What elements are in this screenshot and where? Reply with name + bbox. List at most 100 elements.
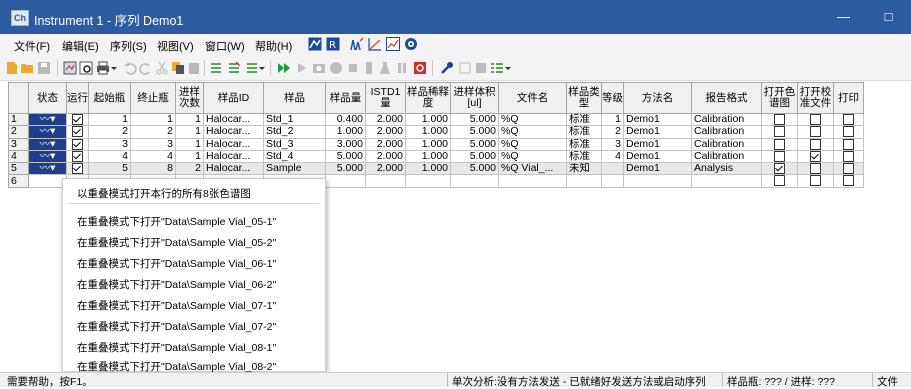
sample-type-cell[interactable]: 标准 [566,137,602,151]
report-format-cell[interactable]: Calibration [691,149,762,164]
run-checkbox[interactable] [66,149,89,164]
sample-cell[interactable]: Sample [263,162,326,176]
dilution-cell[interactable]: 1.000 [405,149,451,164]
run-checkbox[interactable] [66,137,89,151]
column-header-level[interactable]: 等级 [601,82,624,114]
sample-id-cell[interactable]: Halocar... [203,162,264,176]
new-file-icon[interactable] [5,61,19,75]
injections-cell[interactable]: 2 [175,162,204,176]
report-chart-icon[interactable] [386,37,400,51]
print-checkbox[interactable] [833,149,864,164]
column-header-end-vial[interactable]: 终止瓶 [130,82,176,114]
column-header-sample-id[interactable]: 样品ID [203,82,264,114]
menu-item-open-overlay[interactable]: 在重叠模式下打开"Data\Sample Vial_06-2" [77,277,276,292]
row-number[interactable]: 5 [8,162,29,176]
open-calibration-checkbox[interactable] [797,162,834,176]
print-checkbox[interactable] [833,162,864,176]
column-header-sample[interactable]: 样品 [263,82,326,114]
target-icon[interactable] [404,37,418,51]
empty-cell[interactable] [325,174,366,188]
print-checkbox[interactable] [833,174,864,188]
sample-amount-cell[interactable]: 3.000 [325,137,366,151]
paste-icon[interactable] [187,61,201,75]
start-vial-cell[interactable]: 3 [88,137,131,151]
method-cell[interactable]: Demo1 [623,162,692,176]
empty-cell[interactable] [28,174,67,188]
menu-item-open-overlay[interactable]: 在重叠模式下打开"Data\Sample Vial_08-1" [77,340,276,355]
calibration-curve-icon[interactable] [368,37,382,51]
method-cell[interactable]: Demo1 [623,125,692,139]
open-calibration-checkbox[interactable] [797,112,834,127]
open-calibration-checkbox[interactable] [797,137,834,151]
menu-help[interactable]: 帮助(H) [255,38,292,54]
camera-icon[interactable] [312,61,326,75]
print-checkbox[interactable] [833,125,864,139]
status-icon[interactable]: 〰▾ [28,162,67,176]
abort-icon[interactable] [329,61,343,75]
column-header-open-calibration[interactable]: 打开校准文件 [797,82,834,114]
column-header-run[interactable]: 运行 [66,82,89,114]
menu-item-open-overlay[interactable]: 在重叠模式下打开"Data\Sample Vial_05-2" [77,235,276,250]
chromatogram-icon[interactable] [350,37,364,51]
open-chromatogram-checkbox[interactable] [761,112,798,127]
sample-cell[interactable]: Std_2 [263,125,326,139]
start-vial-cell[interactable]: 4 [88,149,131,164]
run-checkbox[interactable] [66,125,89,139]
sample-id-cell[interactable]: Halocar... [203,137,264,151]
empty-cell[interactable] [405,174,451,188]
column-header-open-chromatogram[interactable]: 打开色谱图 [761,82,798,114]
volume-cell[interactable]: 5.000 [450,125,499,139]
open-calibration-checkbox[interactable] [797,125,834,139]
open-calibration-checkbox[interactable] [797,149,834,164]
open-chromatogram-checkbox[interactable] [761,125,798,139]
table-row[interactable]: 1 〰▾ 1 1 1 Halocar... Std_1 0.400 2.000 … [8,112,864,127]
empty-cell[interactable] [566,174,602,188]
open-calibration-checkbox[interactable] [797,174,834,188]
end-vial-cell[interactable]: 8 [130,162,176,176]
sample-id-cell[interactable]: Halocar... [203,149,264,164]
preview-icon[interactable] [63,61,77,75]
fill-down-icon[interactable] [245,61,259,75]
menu-item-open-overlay[interactable]: 在重叠模式下打开"Data\Sample Vial_07-1" [77,298,276,313]
vial-icon[interactable] [362,61,376,75]
empty-cell[interactable] [623,174,692,188]
sample-type-cell[interactable]: 标准 [566,149,602,164]
method-cell[interactable]: Demo1 [623,137,692,151]
undo-icon[interactable] [123,61,137,75]
column-header-file-name[interactable]: 文件名 [498,82,567,114]
run-checkbox[interactable] [66,112,89,127]
istd-amount-cell[interactable]: 2.000 [365,112,406,127]
column-header-print[interactable]: 打印 [833,82,864,114]
dilution-cell[interactable]: 1.000 [405,162,451,176]
open-folder-icon[interactable] [20,61,34,75]
dilution-cell[interactable]: 1.000 [405,125,451,139]
menu-item-open-overlay[interactable]: 在重叠模式下打开"Data\Sample Vial_07-2" [77,319,276,334]
open-chromatogram-checkbox[interactable] [761,149,798,164]
end-vial-cell[interactable]: 4 [130,149,176,164]
list-view-icon[interactable] [490,61,504,75]
status-icon[interactable]: 〰▾ [28,149,67,164]
start-vial-cell[interactable]: 1 [88,112,131,127]
run-checkbox[interactable] [66,162,89,176]
sample-cell[interactable]: Std_4 [263,149,326,164]
table-row-selected[interactable]: 5 〰▾ 5 8 2 Halocar... Sample 5.000 2.000… [8,162,864,176]
data-analysis-icon[interactable]: R [326,37,340,51]
file-name-cell[interactable]: %Q [498,112,567,127]
wrench-icon[interactable] [440,61,454,75]
sample-amount-cell[interactable]: 5.000 [325,149,366,164]
file-name-cell[interactable]: %Q [498,125,567,139]
row-number[interactable]: 6 [8,174,29,188]
redo-icon[interactable] [139,61,153,75]
dilution-cell[interactable]: 1.000 [405,112,451,127]
dropdown-arrow-icon[interactable] [111,61,117,75]
start-vial-cell[interactable]: 5 [88,162,131,176]
empty-cell[interactable] [601,174,624,188]
volume-cell[interactable]: 5.000 [450,137,499,151]
method-cell[interactable]: Demo1 [623,149,692,164]
istd-amount-cell[interactable]: 2.000 [365,137,406,151]
injections-cell[interactable]: 1 [175,149,204,164]
report-format-cell[interactable]: Calibration [691,112,762,127]
properties-icon[interactable] [474,61,488,75]
copy-icon[interactable] [171,61,185,75]
delete-row-icon[interactable] [227,61,241,75]
